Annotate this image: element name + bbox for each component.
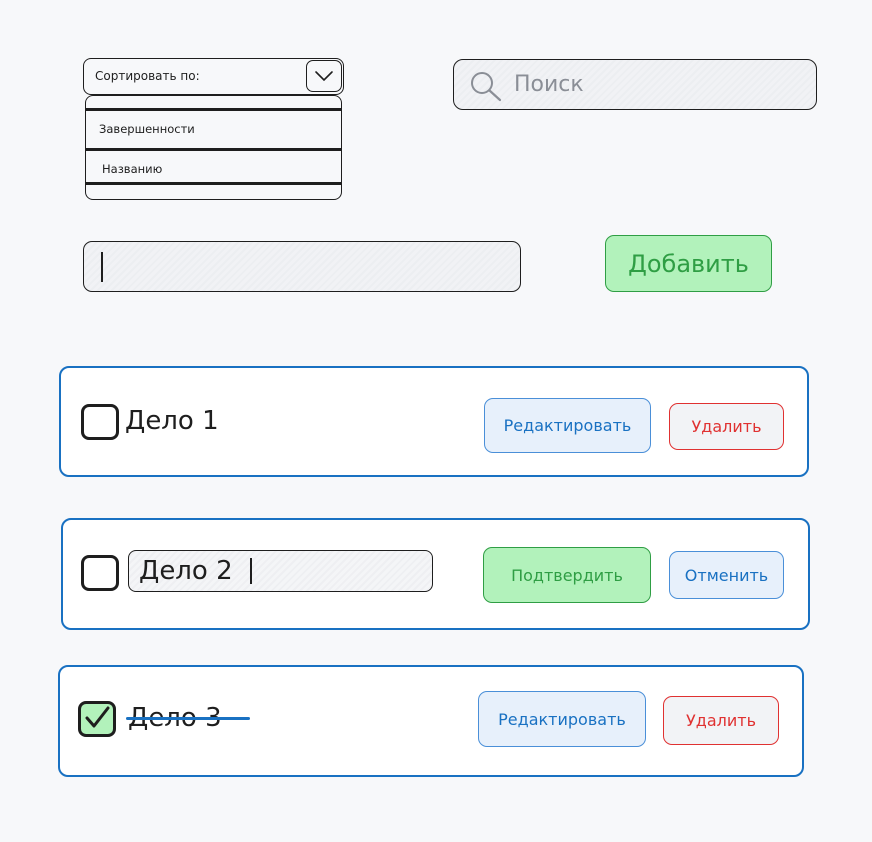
edit-button[interactable]: Редактировать [478, 691, 646, 747]
text-caret [101, 252, 103, 282]
task-card: Дело 1 Редактировать Удалить [59, 366, 809, 477]
menu-divider [86, 148, 341, 151]
sort-menu: Завершенности Названию [85, 95, 342, 200]
search-icon [468, 70, 504, 106]
task-edit-input[interactable]: Дело 2 [128, 550, 433, 592]
cancel-button[interactable]: Отменить [669, 551, 784, 599]
sort-dropdown[interactable]: Сортировать по: [83, 58, 344, 95]
menu-divider [86, 182, 341, 185]
task-title: Дело 1 [125, 406, 219, 436]
strikethrough-line [126, 717, 250, 720]
sort-label: Сортировать по: [95, 69, 200, 83]
delete-button[interactable]: Удалить [663, 696, 779, 745]
task-edit-value: Дело 2 [139, 556, 233, 586]
chevron-down-icon[interactable] [306, 60, 342, 92]
check-icon [85, 706, 110, 728]
text-caret [250, 558, 252, 584]
delete-button[interactable]: Удалить [669, 403, 784, 450]
new-task-input[interactable] [83, 241, 521, 292]
search-placeholder: Поиск [514, 72, 584, 97]
task-checkbox[interactable] [81, 404, 119, 440]
add-button[interactable]: Добавить [605, 235, 772, 292]
search-input[interactable]: Поиск [453, 59, 817, 110]
confirm-button[interactable]: Подтвердить [483, 547, 651, 603]
menu-divider [86, 108, 341, 111]
task-checkbox-checked[interactable] [78, 701, 116, 737]
task-card: Дело 3 Редактировать Удалить [58, 665, 804, 777]
sort-option-completion[interactable]: Завершенности [86, 122, 341, 136]
edit-button[interactable]: Редактировать [484, 398, 651, 453]
task-checkbox[interactable] [81, 555, 119, 591]
sort-option-name[interactable]: Названию [86, 162, 341, 176]
task-card: Дело 2 Подтвердить Отменить [61, 518, 810, 630]
